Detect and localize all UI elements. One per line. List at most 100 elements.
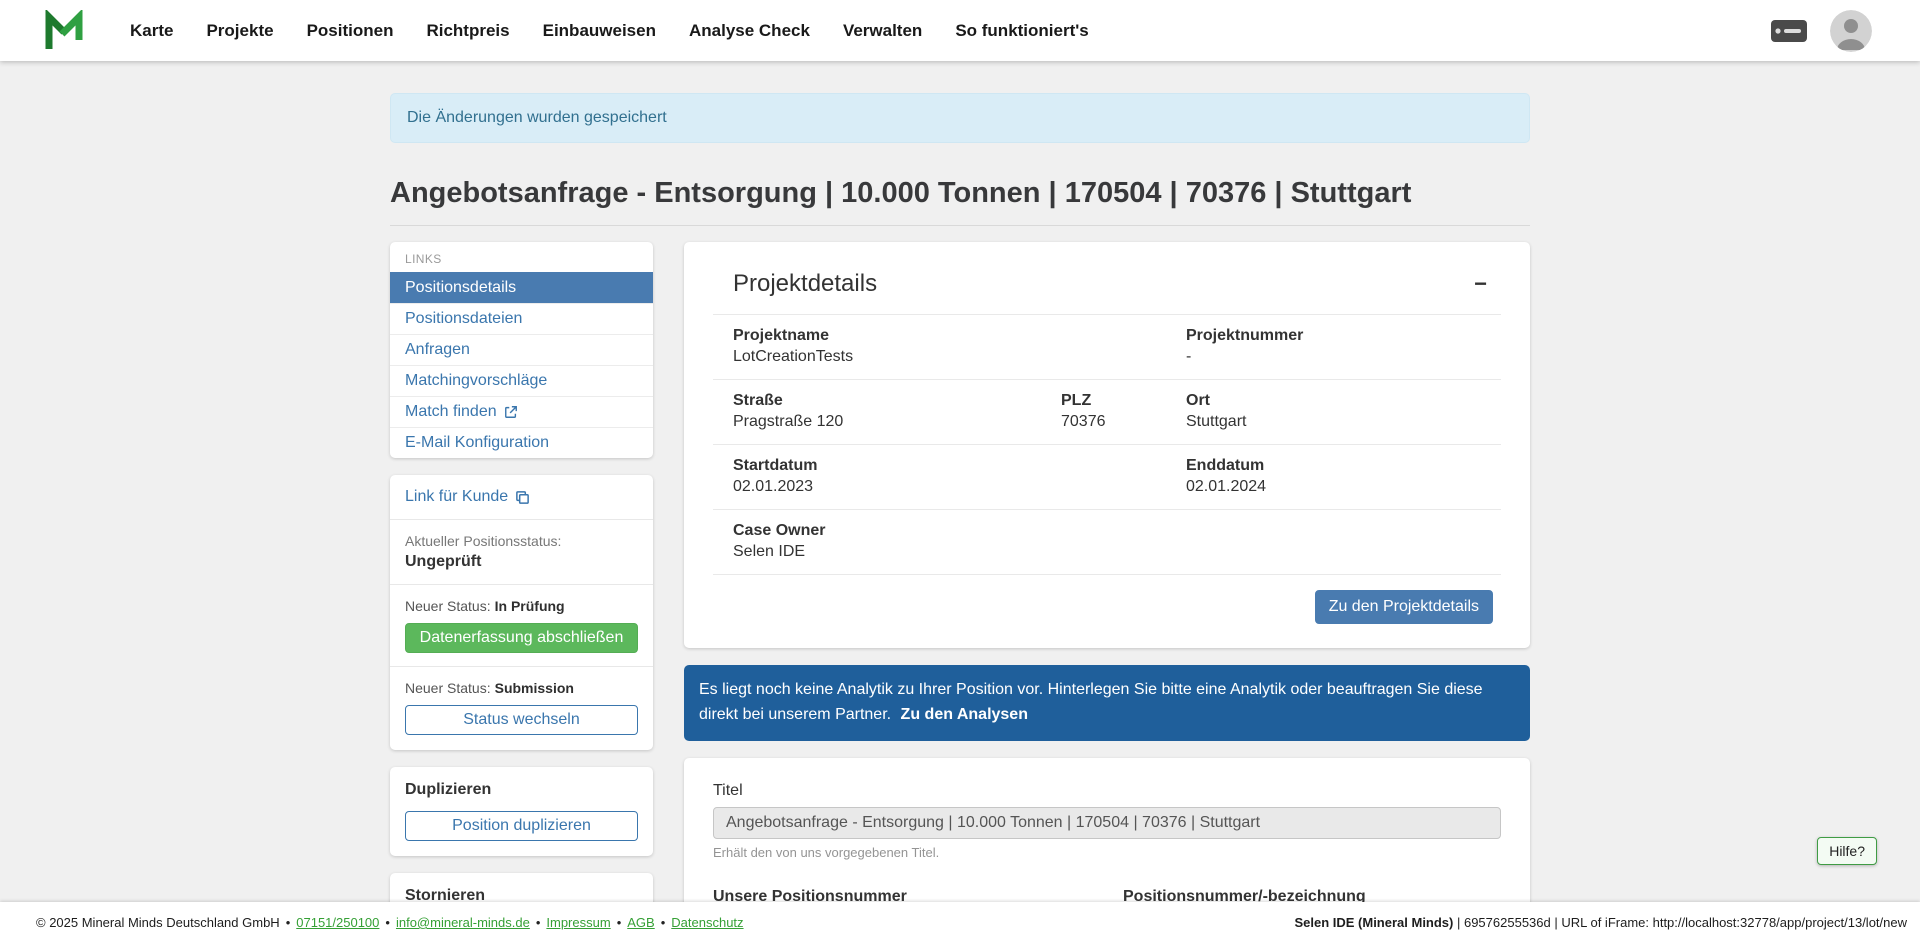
nav-item-richtpreis[interactable]: Richtpreis [426, 21, 509, 41]
email-link[interactable]: info@mineral-minds.de [396, 915, 530, 930]
project-row-address: Straße Pragstraße 120 PLZ 70376 Ort Stut… [713, 380, 1501, 445]
device-icon[interactable] [1770, 19, 1808, 43]
mineral-minds-logo[interactable] [44, 10, 84, 52]
plz-label: PLZ [1061, 392, 1186, 410]
top-navbar: Karte Projekte Positionen Richtpreis Ein… [0, 0, 1920, 61]
external-link-icon [504, 405, 518, 419]
nav-item-positionen[interactable]: Positionen [307, 21, 394, 41]
separator-dot [385, 915, 390, 930]
field-plz: PLZ 70376 [1061, 392, 1186, 431]
project-row-dates: Startdatum 02.01.2023 Enddatum 02.01.202… [713, 445, 1501, 510]
position-duplizieren-button[interactable]: Position duplizieren [405, 811, 638, 841]
projektnummer-label: Projektnummer [1186, 327, 1501, 345]
sidebar-item-email-konfiguration[interactable]: E-Mail Konfiguration [390, 427, 653, 458]
person-icon [1830, 10, 1872, 52]
field-startdatum: Startdatum 02.01.2023 [733, 457, 1186, 496]
titel-helper: Erhält den von uns vorgegebenen Titel. [713, 845, 1501, 860]
status-card: Link für Kunde Aktueller Positionsstatus… [390, 475, 653, 750]
separator-dot [617, 915, 622, 930]
case-owner-label: Case Owner [733, 522, 1501, 540]
footer-right: Selen IDE (Mineral Minds) | 69576255536d… [1294, 915, 1907, 930]
projektdetails-card: Projektdetails − Projektname LotCreation… [684, 242, 1530, 648]
alert-message: Die Änderungen wurden gespeichert [407, 109, 667, 126]
collapse-icon[interactable]: − [1468, 271, 1493, 297]
footer: © 2025 Mineral Minds Deutschland GmbH 07… [0, 902, 1920, 943]
divider [390, 519, 653, 520]
analytics-banner: Es liegt noch keine Analytik zu Ihrer Po… [684, 665, 1530, 741]
datenschutz-link[interactable]: Datenschutz [671, 915, 743, 930]
content-grid: LINKS Positionsdetails Positionsdateien … [390, 242, 1530, 943]
sidebar: LINKS Positionsdetails Positionsdateien … [390, 242, 653, 943]
projektdetails-title: Projektdetails [733, 270, 877, 298]
analytics-text: Es liegt noch keine Analytik zu Ihrer Po… [699, 681, 1483, 723]
hilfe-button[interactable]: Hilfe? [1817, 837, 1877, 865]
plz-value: 70376 [1061, 413, 1186, 431]
page-title: Angebotsanfrage - Entsorgung | 10.000 To… [390, 177, 1530, 226]
separator-dot [286, 915, 291, 930]
ort-value: Stuttgart [1186, 413, 1501, 431]
enddatum-value: 02.01.2024 [1186, 478, 1501, 496]
strasse-value: Pragstraße 120 [733, 413, 1061, 431]
customer-link-label: Link für Kunde [405, 488, 508, 506]
titel-input [713, 807, 1501, 839]
current-status-label: Aktueller Positionsstatus: [405, 533, 638, 549]
field-projektnummer: Projektnummer - [1186, 327, 1501, 366]
user-avatar[interactable] [1830, 10, 1872, 52]
startdatum-value: 02.01.2023 [733, 478, 1186, 496]
separator-dot [661, 915, 666, 930]
links-card: LINKS Positionsdetails Positionsdateien … [390, 242, 653, 458]
new-status-1: Neuer Status:In Prüfung [405, 598, 638, 614]
field-projektname: Projektname LotCreationTests [733, 327, 1186, 366]
divider [390, 584, 653, 585]
nav-item-so-funktionierts[interactable]: So funktioniert's [955, 21, 1088, 41]
nav-item-einbauweisen[interactable]: Einbauweisen [543, 21, 656, 41]
links-header: LINKS [390, 242, 653, 272]
new-status-1-value: In Prüfung [495, 598, 565, 614]
agb-link[interactable]: AGB [627, 915, 654, 930]
impressum-link[interactable]: Impressum [546, 915, 610, 930]
new-status-2-value: Submission [495, 680, 574, 696]
zu-den-analysen-link[interactable]: Zu den Analysen [901, 706, 1028, 723]
copyright-text: © 2025 Mineral Minds Deutschland GmbH [36, 915, 280, 930]
nav-item-analyse-check[interactable]: Analyse Check [689, 21, 810, 41]
sidebar-item-matchingvorschlaege[interactable]: Matchingvorschläge [390, 365, 653, 396]
projektdetails-actions: Zu den Projektdetails [713, 575, 1501, 624]
phone-link[interactable]: 07151/250100 [296, 915, 379, 930]
new-status-2-label: Neuer Status: [405, 680, 491, 696]
footer-user-info: Selen IDE (Mineral Minds) [1294, 915, 1453, 930]
nav-item-projekte[interactable]: Projekte [206, 21, 273, 41]
field-enddatum: Enddatum 02.01.2024 [1186, 457, 1501, 496]
project-row-owner: Case Owner Selen IDE [713, 510, 1501, 575]
customer-link[interactable]: Link für Kunde [405, 488, 530, 506]
ort-label: Ort [1186, 392, 1501, 410]
footer-left: © 2025 Mineral Minds Deutschland GmbH 07… [36, 915, 744, 930]
success-alert: Die Änderungen wurden gespeichert [390, 93, 1530, 143]
project-row-name: Projektname LotCreationTests Projektnumm… [713, 314, 1501, 380]
zu-den-projektdetails-button[interactable]: Zu den Projektdetails [1315, 590, 1493, 624]
startdatum-label: Startdatum [733, 457, 1186, 475]
main-content: Projektdetails − Projektname LotCreation… [684, 242, 1530, 943]
status-wechseln-button[interactable]: Status wechseln [405, 705, 638, 735]
sidebar-item-anfragen[interactable]: Anfragen [390, 334, 653, 365]
projektname-value: LotCreationTests [733, 348, 1186, 366]
duplizieren-heading: Duplizieren [405, 781, 638, 799]
new-status-1-label: Neuer Status: [405, 598, 491, 614]
new-status-2: Neuer Status:Submission [405, 680, 638, 696]
nav-item-verwalten[interactable]: Verwalten [843, 21, 922, 41]
divider [390, 666, 653, 667]
page-body: Die Änderungen wurden gespeichert Angebo… [0, 61, 1920, 943]
enddatum-label: Enddatum [1186, 457, 1501, 475]
field-strasse: Straße Pragstraße 120 [733, 392, 1061, 431]
copy-icon [515, 490, 530, 505]
strasse-label: Straße [733, 392, 1061, 410]
datenerfassung-abschliessen-button[interactable]: Datenerfassung abschließen [405, 623, 638, 653]
sidebar-item-positionsdetails[interactable]: Positionsdetails [390, 272, 653, 303]
case-owner-value: Selen IDE [733, 543, 1501, 561]
footer-session-info: | 69576255536d | URL of iFrame: http://l… [1453, 915, 1907, 930]
nav-item-karte[interactable]: Karte [130, 21, 173, 41]
sidebar-item-positionsdateien[interactable]: Positionsdateien [390, 303, 653, 334]
projektname-label: Projektname [733, 327, 1186, 345]
sidebar-item-match-finden[interactable]: Match finden [390, 396, 653, 427]
projektnummer-value: - [1186, 348, 1501, 366]
content-container: Die Änderungen wurden gespeichert Angebo… [390, 61, 1530, 943]
